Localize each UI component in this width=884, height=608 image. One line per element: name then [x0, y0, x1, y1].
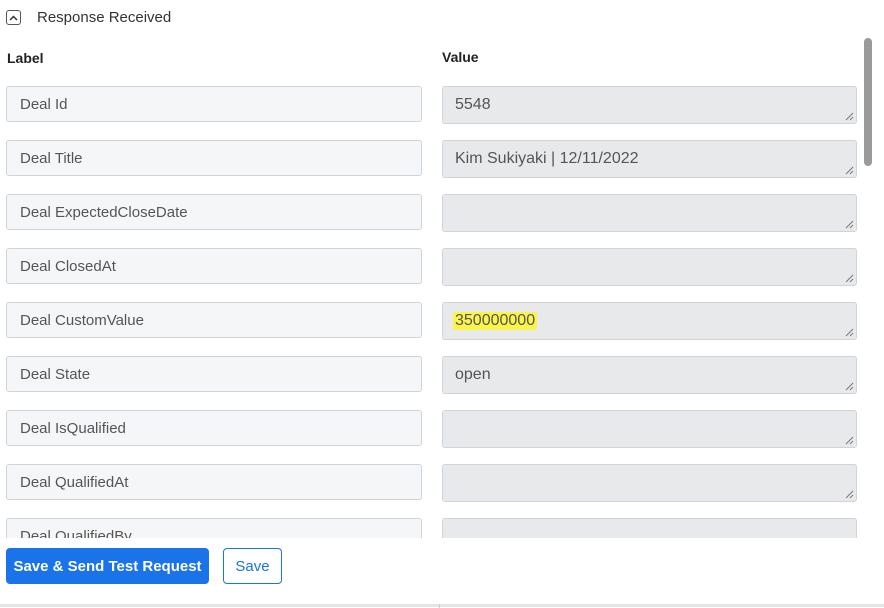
field-value-textarea[interactable]: open [442, 356, 857, 394]
field-label-text: Deal QualifiedAt [20, 473, 129, 491]
field-value-textarea[interactable]: 350000000 [442, 302, 857, 340]
field-label-input[interactable]: Deal QualifiedAt [6, 464, 422, 500]
field-value-text: 5548 [455, 96, 491, 113]
collapse-button[interactable] [6, 10, 21, 25]
chevron-up-icon [9, 14, 18, 21]
field-row: Deal ClosedAt [0, 248, 862, 288]
save-button[interactable]: Save [223, 548, 282, 584]
field-label-text: Deal IsQualified [20, 419, 126, 437]
field-row: Deal Id 5548 [0, 86, 862, 126]
field-label-input[interactable]: Deal QualifiedBy [6, 518, 422, 538]
field-value-text: 350000000 [453, 312, 538, 330]
section-title: Response Received [37, 9, 172, 26]
field-value-textarea[interactable]: Kim Sukiyaki | 12/11/2022 [442, 140, 857, 178]
resize-grip-icon[interactable] [845, 166, 854, 175]
resize-grip-icon[interactable] [845, 220, 854, 229]
divider-tick [439, 604, 440, 608]
field-row: Deal ExpectedCloseDate [0, 194, 862, 234]
fields-scroll-area[interactable]: Deal Id 5548 Deal Title Kim Sukiyaki | 12/1… [0, 36, 884, 538]
field-row: Deal Title Kim Sukiyaki | 12/11/2022 [0, 140, 862, 180]
field-label-text: Deal CustomValue [20, 311, 144, 329]
field-row: Deal QualifiedAt [0, 464, 862, 504]
divider [0, 604, 884, 607]
field-label-input[interactable]: Deal ExpectedCloseDate [6, 194, 422, 230]
section-header: Response Received [0, 0, 884, 36]
field-label-input[interactable]: Deal IsQualified [6, 410, 422, 446]
field-value-textarea[interactable] [442, 464, 857, 502]
resize-grip-icon[interactable] [845, 112, 854, 121]
scrollbar-thumb[interactable] [864, 38, 872, 166]
resize-grip-icon[interactable] [845, 274, 854, 283]
field-label-text: Deal ExpectedCloseDate [20, 203, 188, 221]
field-label-text: Deal State [20, 365, 91, 383]
field-value-textarea[interactable] [442, 248, 857, 286]
field-label-input[interactable]: Deal CustomValue [6, 302, 422, 338]
field-label-text: Deal ClosedAt [20, 257, 116, 275]
field-value-textarea[interactable]: 5548 [442, 86, 857, 124]
footer-actions: Save & Send Test Request Save [0, 538, 884, 608]
resize-grip-icon[interactable] [845, 382, 854, 391]
field-label-text: Deal Id [20, 95, 68, 113]
field-label-text: Deal QualifiedBy [20, 527, 132, 539]
resize-grip-icon[interactable] [845, 436, 854, 445]
field-row: Deal IsQualified [0, 410, 862, 450]
field-label-input[interactable]: Deal ClosedAt [6, 248, 422, 284]
field-value-text: Kim Sukiyaki | 12/11/2022 [455, 150, 639, 167]
resize-grip-icon[interactable] [845, 490, 854, 499]
field-value-text: open [455, 366, 491, 383]
field-row: Deal QualifiedBy [0, 518, 862, 538]
field-value-textarea[interactable] [442, 194, 857, 232]
field-row: Deal CustomValue 350000000 [0, 302, 862, 342]
field-row: Deal State open [0, 356, 862, 396]
save-and-send-test-request-button[interactable]: Save & Send Test Request [6, 548, 209, 584]
resize-grip-icon[interactable] [845, 328, 854, 337]
field-value-textarea[interactable] [442, 410, 857, 448]
field-label-input[interactable]: Deal Title [6, 140, 422, 176]
field-label-input[interactable]: Deal Id [6, 86, 422, 122]
field-value-textarea[interactable] [442, 518, 857, 538]
field-label-text: Deal Title [20, 149, 83, 167]
field-label-input[interactable]: Deal State [6, 356, 422, 392]
